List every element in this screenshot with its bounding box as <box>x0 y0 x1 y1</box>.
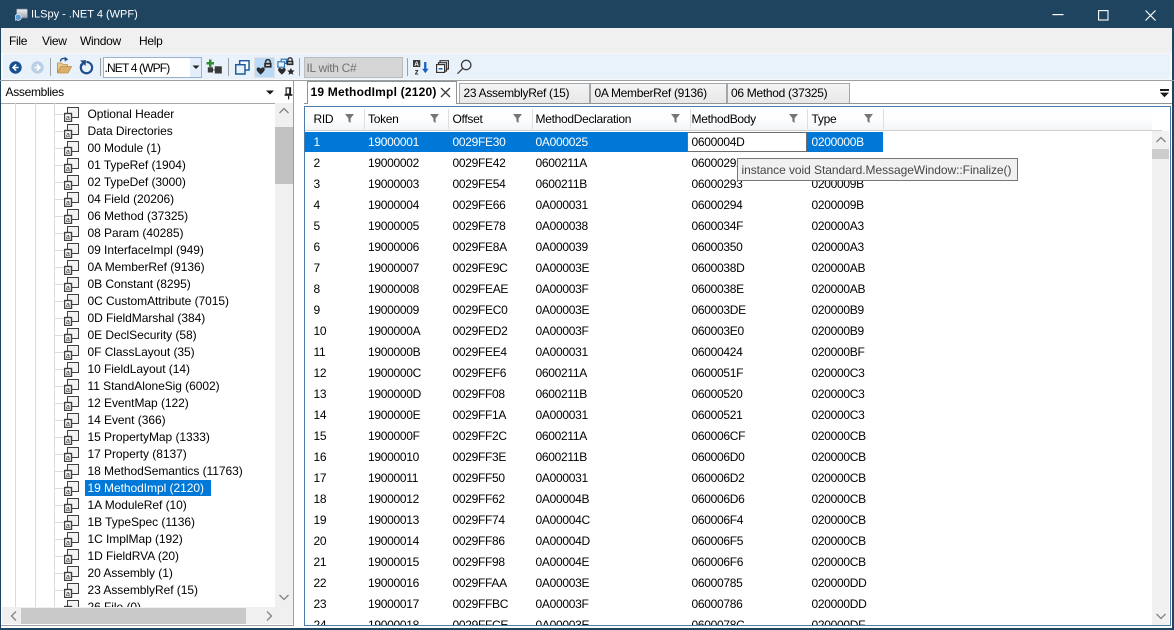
svg-text:a: a <box>66 268 70 275</box>
svg-text:a: a <box>66 234 70 241</box>
svg-text:a: a <box>66 591 70 598</box>
svg-text:a: a <box>66 557 70 564</box>
svg-text:a: a <box>66 132 70 139</box>
svg-text:a: a <box>66 353 70 360</box>
svg-text:a: a <box>66 523 70 530</box>
svg-text:a: a <box>66 574 70 581</box>
svg-text:z: z <box>415 68 419 76</box>
svg-text:a: a <box>66 302 70 309</box>
svg-text:a: a <box>66 421 70 428</box>
svg-text:a: a <box>66 336 70 343</box>
svg-text:a: a <box>66 200 70 207</box>
svg-text:a: a <box>66 183 70 190</box>
svg-text:a: a <box>66 404 70 411</box>
svg-text:a: a <box>66 506 70 513</box>
svg-text:a: a <box>66 370 70 377</box>
svg-text:A: A <box>414 61 419 68</box>
svg-text:a: a <box>66 438 70 445</box>
svg-text:a: a <box>66 149 70 156</box>
svg-text:a: a <box>66 166 70 173</box>
svg-text:a: a <box>66 472 70 479</box>
svg-text:a: a <box>66 319 70 326</box>
svg-text:a: a <box>66 455 70 462</box>
svg-text:a: a <box>66 540 70 547</box>
svg-text:a: a <box>66 285 70 292</box>
svg-text:a: a <box>66 489 70 496</box>
svg-text:a: a <box>66 217 70 224</box>
svg-text:a: a <box>66 251 70 258</box>
svg-text:a: a <box>66 115 70 122</box>
svg-text:a: a <box>66 387 70 394</box>
